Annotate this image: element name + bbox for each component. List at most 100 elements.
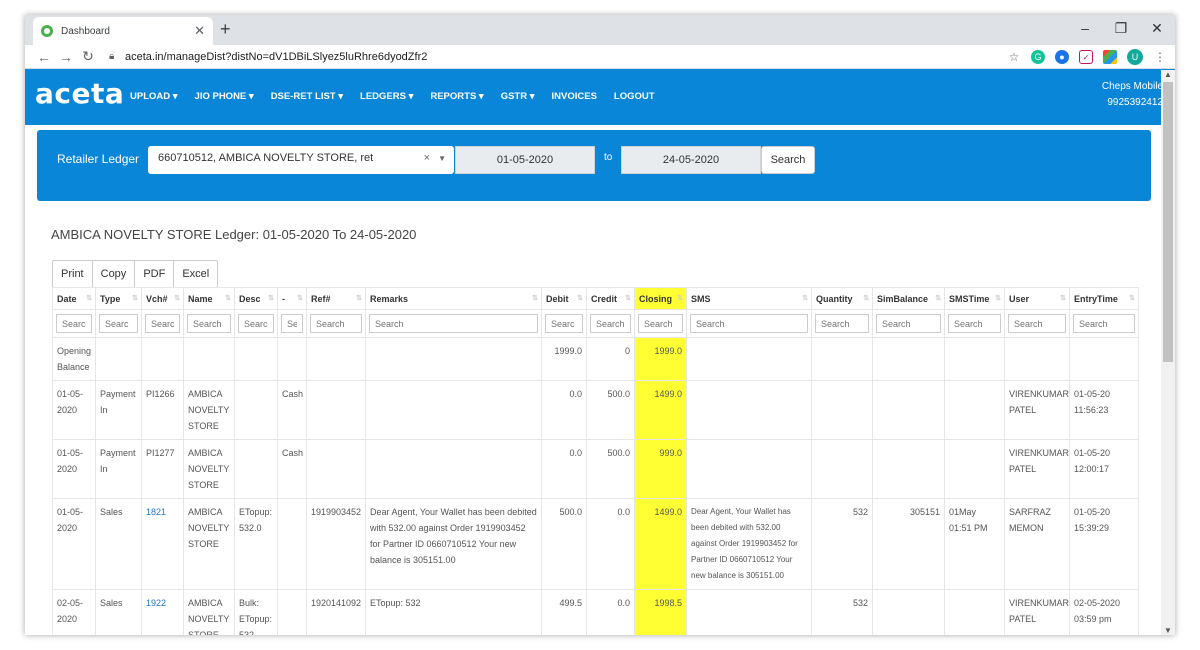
column-search-input[interactable] [310,314,362,333]
column-search-input[interactable] [187,314,231,333]
nav-logout[interactable]: LOGOUT [614,91,655,102]
cell-credit: 0 [586,337,635,381]
reload-icon[interactable]: ↻ [77,48,99,65]
column-search-input[interactable] [948,314,1001,333]
chrome-menu-icon[interactable]: ⋮ [1153,50,1167,64]
extension-icon[interactable]: ● [1055,49,1069,64]
from-date-input[interactable]: 01-05-2020 [455,146,595,174]
sort-icon[interactable]: ⇅ [1060,294,1066,302]
column-header[interactable]: Vch# ⇅ [141,287,184,310]
cell-smstime [944,337,1005,381]
column-search-input[interactable] [145,314,180,333]
column-header[interactable]: SimBalance ⇅ [872,287,945,310]
column-search-input[interactable] [876,314,941,333]
sort-icon[interactable]: ⇅ [625,294,631,302]
column-header[interactable]: SMSTime ⇅ [944,287,1005,310]
nav-dse-ret-list[interactable]: DSE-RET LIST ▾ [271,91,343,102]
nav-gstr[interactable]: GSTR ▾ [501,91,535,102]
nav-reports[interactable]: REPORTS ▾ [430,91,483,102]
column-header[interactable]: EntryTime ⇅ [1069,287,1139,310]
vertical-scrollbar[interactable]: ▲ ▼ [1161,70,1175,635]
nav-upload[interactable]: UPLOAD ▾ [130,91,178,102]
sort-icon[interactable]: ⇅ [174,294,180,302]
close-window-icon[interactable]: ✕ [1139,15,1175,43]
browser-tab[interactable]: Dashboard ✕ [33,17,213,45]
column-header[interactable]: Remarks ⇅ [365,287,542,310]
sort-icon[interactable]: ⇅ [863,294,869,302]
column-search-input[interactable] [281,314,303,333]
excel-button[interactable]: Excel [174,261,217,287]
column-search-input[interactable] [238,314,274,333]
grammarly-extension-icon[interactable]: G [1031,49,1045,64]
maximize-icon[interactable]: ❐ [1103,15,1139,43]
sort-icon[interactable]: ⇅ [86,294,92,302]
column-search-input[interactable] [638,314,683,333]
cell-vch[interactable]: 1821 [141,498,184,590]
column-search-input[interactable] [1073,314,1135,333]
lock-icon[interactable]: 🔒︎ [109,51,121,62]
cell-closing: 1499.0 [634,380,687,440]
to-date-input[interactable]: 24-05-2020 [621,146,761,174]
sort-icon[interactable]: ⇅ [268,294,274,302]
profile-avatar[interactable]: U [1127,48,1143,65]
pocket-extension-icon[interactable]: ✓ [1079,49,1093,64]
nav-ledgers[interactable]: LEDGERS ▾ [360,91,413,102]
column-header[interactable]: Debit ⇅ [541,287,587,310]
column-search-input[interactable] [545,314,583,333]
column-search-input[interactable] [590,314,631,333]
column-header[interactable]: Type ⇅ [95,287,142,310]
logo[interactable]: aceta [35,77,124,110]
url-field[interactable]: aceta.in/manageDist?distNo=dV1DBiLSlyez5… [125,51,1007,63]
cell-vch[interactable]: 1922 [141,589,184,635]
column-search-input[interactable] [690,314,808,333]
column-header[interactable]: Desc ⇅ [234,287,278,310]
filter-cell [1004,309,1070,338]
column-header[interactable]: Quantity ⇅ [811,287,873,310]
sort-icon[interactable]: ⇅ [677,294,683,302]
scroll-up-icon[interactable]: ▲ [1164,70,1172,79]
favicon-icon [41,25,53,37]
scroll-down-icon[interactable]: ▼ [1164,626,1172,635]
bookmark-star-icon[interactable]: ☆ [1007,50,1021,64]
column-search-input[interactable] [369,314,538,333]
column-search-input[interactable] [56,314,92,333]
table-row: 01-05-2020 Payment In PI1277 AMBICA NOVELTY… [52,439,1139,499]
back-icon[interactable]: ← [33,49,55,65]
sort-icon[interactable]: ⇅ [935,294,941,302]
nav-jio-phone[interactable]: JIO PHONE ▾ [195,91,254,102]
sort-icon[interactable]: ⇅ [532,294,538,302]
column-search-input[interactable] [815,314,869,333]
scrollbar-thumb[interactable] [1163,82,1173,362]
column-header[interactable]: Closing ⇅ [634,287,687,310]
color-extension-icon[interactable] [1103,49,1117,64]
clear-icon[interactable]: × [424,152,430,164]
column-header[interactable]: User ⇅ [1004,287,1070,310]
nav-invoices[interactable]: INVOICES [552,91,597,102]
close-tab-icon[interactable]: ✕ [194,23,205,39]
minimize-icon[interactable]: – [1067,15,1103,43]
sort-icon[interactable]: ⇅ [1129,294,1135,302]
pdf-button[interactable]: PDF [135,261,175,287]
sort-icon[interactable]: ⇅ [802,294,808,302]
chevron-down-icon[interactable]: ▼ [438,154,446,163]
new-tab-icon[interactable]: + [220,19,231,40]
sort-icon[interactable]: ⇅ [356,294,362,302]
search-button[interactable]: Search [761,146,815,174]
copy-button[interactable]: Copy [93,261,136,287]
column-header[interactable]: Name ⇅ [183,287,235,310]
column-search-input[interactable] [99,314,138,333]
column-header[interactable]: Date ⇅ [52,287,96,310]
sort-icon[interactable]: ⇅ [132,294,138,302]
column-header[interactable]: - ⇅ [277,287,307,310]
column-header[interactable]: SMS ⇅ [686,287,812,310]
column-header[interactable]: Ref# ⇅ [306,287,366,310]
sort-icon[interactable]: ⇅ [995,294,1001,302]
sort-icon[interactable]: ⇅ [225,294,231,302]
sort-icon[interactable]: ⇅ [577,294,583,302]
sort-icon[interactable]: ⇅ [297,294,303,302]
column-search-input[interactable] [1008,314,1066,333]
forward-icon[interactable]: → [55,49,77,65]
column-header[interactable]: Credit ⇅ [586,287,635,310]
print-button[interactable]: Print [53,261,93,287]
retailer-select[interactable]: 660710512, AMBICA NOVELTY STORE, ret × ▼ [148,146,454,174]
